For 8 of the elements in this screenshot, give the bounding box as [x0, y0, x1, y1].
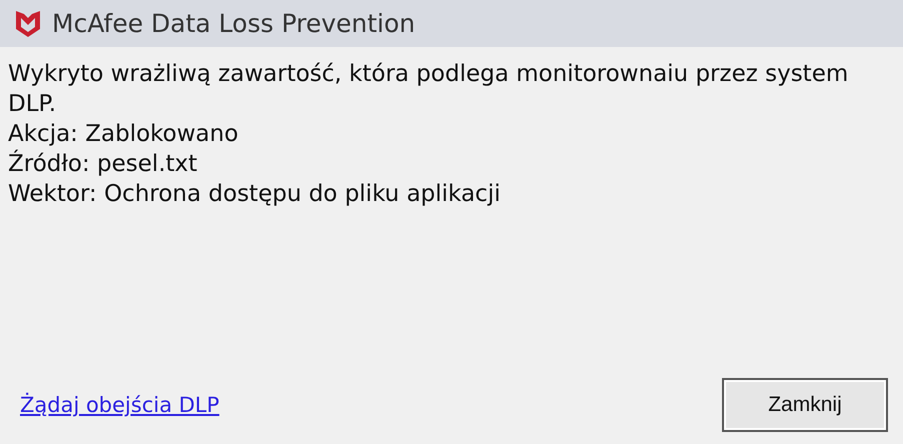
close-button[interactable]: Zamknij [722, 378, 888, 432]
window-title: McAfee Data Loss Prevention [52, 9, 416, 38]
detail-text: Źródło: pesel.txt [8, 149, 198, 179]
detail-text: Akcja: Zablokowano [8, 120, 240, 149]
message-text: Wykryto wrażliwą zawartość, która podlega monitorownaiu przez system DLP. [8, 60, 850, 119]
bypass-link[interactable]: Żądaj obejścia DLP [20, 393, 220, 417]
shield-logo-icon [16, 10, 40, 36]
detail-text: Wektor: Ochrona dostępu do pliku aplikacji [8, 180, 502, 209]
